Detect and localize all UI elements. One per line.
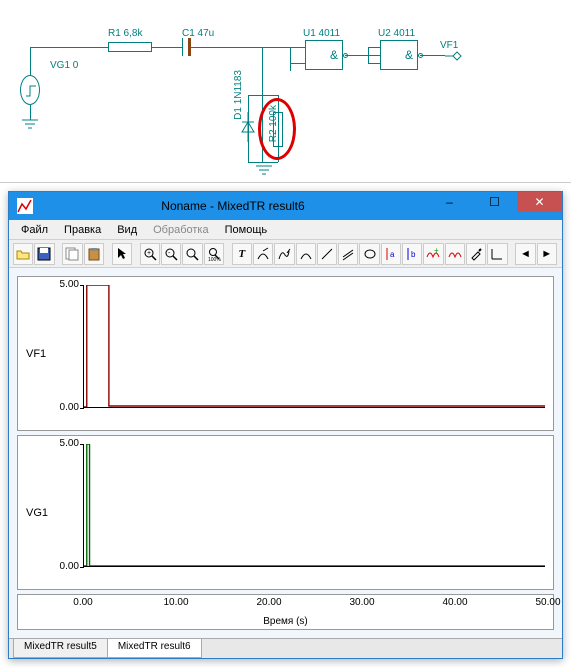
wire	[290, 63, 291, 71]
toolbar: + - 100% T a b + ◄ ►	[9, 240, 562, 268]
menu-view[interactable]: Вид	[109, 222, 145, 238]
curve-tool3-button[interactable]	[296, 243, 316, 265]
gate-u2: &	[380, 40, 418, 70]
xaxis-label: Время (s)	[18, 616, 553, 627]
label-u2: U2 4011	[378, 28, 415, 39]
label-vg1: VG1 0	[50, 60, 78, 71]
svg-text:-: -	[168, 250, 171, 257]
label-r1: R1 6,8k	[108, 28, 142, 39]
menubar: Файл Правка Вид Обработка Помощь	[9, 220, 562, 240]
wave-button[interactable]	[445, 243, 465, 265]
source-vg1	[20, 75, 40, 105]
output-pin-icon	[445, 50, 465, 62]
ground-icon	[22, 118, 38, 130]
menu-process[interactable]: Обработка	[145, 222, 216, 238]
chart-vg1[interactable]: VG1 5.00 0.00	[17, 435, 554, 590]
nav-right-button[interactable]: ►	[537, 243, 557, 265]
wire	[248, 95, 262, 96]
close-button[interactable]: ✕	[517, 192, 562, 212]
wire	[248, 162, 278, 163]
text-tool-button[interactable]: T	[232, 243, 252, 265]
nav-left-button[interactable]: ◄	[515, 243, 535, 265]
tab-bar: MixedTR result5 MixedTR result6	[9, 638, 562, 658]
marker-a-button[interactable]: a	[381, 243, 401, 265]
svg-text:+: +	[434, 247, 439, 255]
ytick: 5.00	[49, 279, 79, 290]
tab-result5[interactable]: MixedTR result5	[13, 639, 108, 658]
paste-button[interactable]	[84, 243, 104, 265]
wire	[368, 63, 380, 64]
ground-icon	[256, 164, 272, 176]
wire	[290, 47, 305, 48]
svg-text:100%: 100%	[208, 257, 221, 261]
ytick: 0.00	[49, 561, 79, 572]
window-title: Noname - MixedTR result6	[39, 199, 427, 213]
plot-grid-vg1: 5.00 0.00	[83, 444, 545, 567]
plot-vg1	[84, 444, 545, 566]
label-u1: U1 4011	[303, 28, 340, 39]
zoom-out-button[interactable]: -	[161, 243, 181, 265]
wire	[345, 55, 380, 56]
zoom-100-button[interactable]: 100%	[204, 243, 224, 265]
plot-vf1	[84, 285, 545, 407]
svg-text:b: b	[411, 250, 416, 259]
menu-help[interactable]: Помощь	[217, 222, 276, 238]
wire	[290, 63, 305, 64]
xaxis: 0.00 10.00 20.00 30.00 40.00 50.00 Время…	[17, 594, 554, 630]
save-button[interactable]	[34, 243, 54, 265]
gate-u1: &	[305, 40, 343, 70]
titlebar[interactable]: Noname - MixedTR result6 – ☐ ✕	[9, 192, 562, 220]
resistor-r1	[108, 42, 152, 52]
curve-tool2-button[interactable]	[274, 243, 294, 265]
xtick: 0.00	[73, 597, 92, 608]
label-c1: C1 47u	[182, 28, 214, 39]
wire	[368, 47, 369, 63]
wire	[368, 47, 380, 48]
schematic-canvas: R1 6,8k C1 47u & U1 4011 & U2 4011 VF1 V…	[0, 0, 571, 183]
app-icon	[17, 198, 33, 214]
ytick: 0.00	[49, 402, 79, 413]
curve-tool1-button[interactable]	[253, 243, 273, 265]
line-tool-button[interactable]	[317, 243, 337, 265]
xtick: 10.00	[163, 597, 188, 608]
zoom-fit-button[interactable]	[182, 243, 202, 265]
xtick: 20.00	[256, 597, 281, 608]
chart-area: VF1 5.00 0.00 VG1 5.00 0.00 0.00 1	[9, 268, 562, 638]
wire	[215, 47, 290, 48]
tab-result6[interactable]: MixedTR result6	[107, 639, 202, 658]
maximize-button[interactable]: ☐	[472, 192, 517, 212]
minimize-button[interactable]: –	[427, 192, 472, 212]
wire	[420, 55, 445, 56]
result-window: Noname - MixedTR result6 – ☐ ✕ Файл Прав…	[8, 191, 563, 659]
marker-b-button[interactable]: b	[402, 243, 422, 265]
menu-edit[interactable]: Правка	[56, 222, 109, 238]
ylabel-vg1: VG1	[26, 507, 48, 519]
ytick: 5.00	[49, 438, 79, 449]
xtick: 30.00	[349, 597, 374, 608]
zoom-in-button[interactable]: +	[140, 243, 160, 265]
wave-add-button[interactable]: +	[423, 243, 443, 265]
xtick: 40.00	[442, 597, 467, 608]
copy-button[interactable]	[62, 243, 82, 265]
menu-file[interactable]: Файл	[13, 222, 56, 238]
wire	[152, 47, 182, 48]
label-d1: D1 1N1183	[233, 70, 244, 120]
plot-grid-vf1: 5.00 0.00	[83, 285, 545, 408]
angle-tool-button[interactable]	[487, 243, 507, 265]
svg-text:+: +	[147, 250, 151, 257]
chart-vf1[interactable]: VF1 5.00 0.00	[17, 276, 554, 431]
wire	[30, 47, 108, 48]
ylabel-vf1: VF1	[26, 348, 46, 360]
pointer-button[interactable]	[112, 243, 132, 265]
highlight-ellipse	[258, 98, 296, 160]
open-button[interactable]	[13, 243, 33, 265]
wire	[190, 47, 215, 48]
svg-text:a: a	[390, 250, 395, 259]
eyedropper-button[interactable]	[466, 243, 486, 265]
xtick: 50.00	[535, 597, 560, 608]
ellipse-tool-button[interactable]	[359, 243, 379, 265]
wire	[262, 95, 278, 96]
wire	[30, 47, 31, 75]
lines-tool-button[interactable]	[338, 243, 358, 265]
